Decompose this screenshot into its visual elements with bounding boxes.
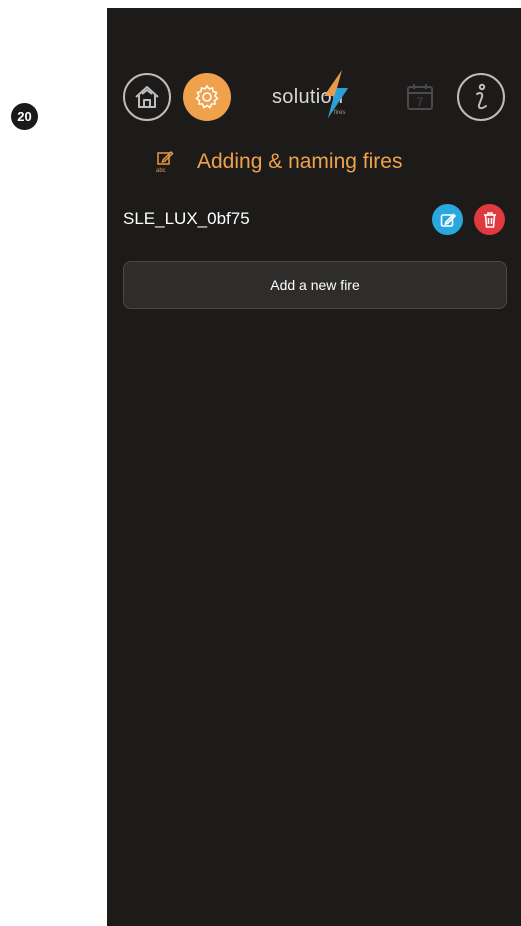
- fire-list-item: SLE_LUX_0bf75: [123, 204, 509, 236]
- top-nav: solution fires 7: [107, 8, 521, 128]
- gear-icon: [195, 84, 219, 109]
- edit-name-icon: [157, 150, 174, 165]
- app-screen: solution fires 7 abc Adding & naming fir…: [107, 8, 521, 926]
- edit-fire-button[interactable]: [432, 204, 463, 235]
- calendar-icon: 7: [407, 84, 433, 110]
- home-icon: [135, 86, 159, 108]
- fire-name: SLE_LUX_0bf75: [123, 209, 250, 228]
- logo-subtext: fires: [334, 110, 346, 116]
- info-button[interactable]: [457, 73, 505, 121]
- step-badge: 20: [11, 103, 38, 130]
- home-button[interactable]: [123, 73, 171, 121]
- delete-fire-button[interactable]: [474, 204, 505, 235]
- info-icon: [476, 83, 487, 110]
- trash-icon: [483, 211, 496, 228]
- settings-button[interactable]: [183, 73, 231, 121]
- solution-fires-logo: solution fires: [270, 70, 370, 122]
- calendar-day: 7: [417, 95, 424, 109]
- add-fire-button[interactable]: Add a new fire: [123, 261, 507, 309]
- schedule-button[interactable]: 7: [396, 73, 444, 121]
- section-header: abc Adding & naming fires: [155, 146, 495, 182]
- page-title: Adding & naming fires: [197, 150, 403, 173]
- edit-name-icon-label: abc: [156, 168, 166, 174]
- edit-icon: [440, 212, 456, 227]
